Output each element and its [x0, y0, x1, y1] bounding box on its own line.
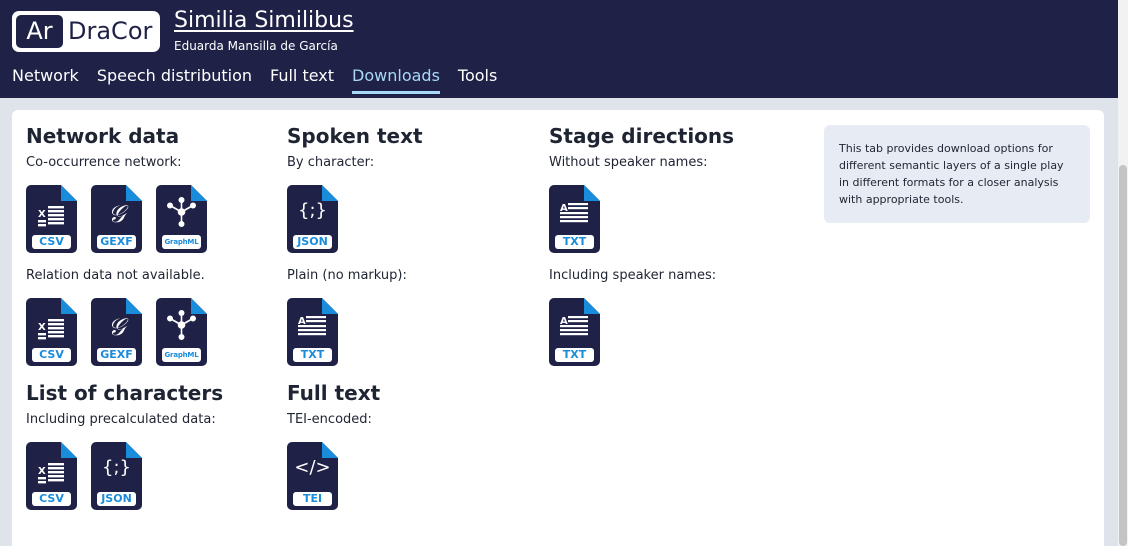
tab-network[interactable]: Network	[12, 66, 79, 94]
tab-tools[interactable]: Tools	[458, 66, 497, 94]
without-speakers-label: Without speaker names:	[549, 155, 708, 170]
json-braces-icon: {;}	[298, 200, 327, 221]
scrollbar-thumb[interactable]	[1119, 165, 1127, 546]
format-badge: CSV	[32, 235, 71, 249]
plain-label: Plain (no markup):	[287, 268, 407, 283]
stage-directions-section: Stage directions Without speaker names: …	[549, 124, 734, 366]
logo-ar: Ar	[16, 15, 63, 48]
svg-text:X: X	[38, 322, 46, 333]
network-data-section: Network data Co-occurrence network: X CS…	[26, 124, 207, 366]
cooccurrence-downloads: X CSV 𝒢 GEXF GraphML	[26, 185, 207, 253]
download-stage-txt-button[interactable]: A TXT	[549, 185, 600, 253]
format-badge: TXT	[555, 348, 594, 362]
download-spoken-txt-button[interactable]: A TXT	[287, 298, 338, 366]
format-badge: GEXF	[97, 348, 136, 362]
downloads-info-box: This tab provides download options for d…	[824, 125, 1090, 223]
logo-dracor: DraCor	[68, 17, 153, 45]
tei-label: TEI-encoded:	[287, 412, 372, 427]
play-title[interactable]: Similia Similibus	[174, 8, 354, 33]
section-title: Stage directions	[549, 124, 735, 148]
without-speakers-downloads: A TXT	[549, 185, 734, 253]
format-badge: JSON	[293, 235, 332, 249]
tab-full-text[interactable]: Full text	[270, 66, 334, 94]
download-stage-speakers-txt-button[interactable]: A TXT	[549, 298, 600, 366]
download-tei-button[interactable]: </> TEI	[287, 442, 338, 510]
characters-section: List of characters Including precalculat…	[26, 381, 223, 510]
download-csv-button[interactable]: X CSV	[26, 185, 77, 253]
download-spoken-json-button[interactable]: {;} JSON	[287, 185, 338, 253]
format-badge: JSON	[97, 492, 136, 506]
code-icon: </>	[294, 457, 331, 478]
format-badge: CSV	[32, 492, 71, 506]
svg-text:X: X	[38, 209, 46, 220]
by-character-label: By character:	[287, 155, 375, 170]
relation-label: Relation data not available.	[26, 268, 205, 283]
section-title: Spoken text	[287, 124, 423, 148]
play-author: Eduarda Mansilla de García	[174, 39, 338, 53]
format-badge: CSV	[32, 348, 71, 362]
with-speakers-downloads: A TXT	[549, 298, 734, 366]
full-text-section: Full text TEI-encoded: </> TEI	[287, 381, 380, 510]
play-tabs: Network Speech distribution Full text Do…	[12, 66, 497, 94]
section-title: Network data	[26, 124, 180, 148]
json-braces-icon: {;}	[102, 457, 131, 478]
format-badge: TEI	[293, 492, 332, 506]
dracor-logo[interactable]: Ar DraCor	[12, 11, 160, 52]
download-gexf-button[interactable]: 𝒢 GEXF	[91, 185, 142, 253]
format-badge: GraphML	[162, 348, 201, 362]
tab-speech-distribution[interactable]: Speech distribution	[97, 66, 252, 94]
download-relation-gexf-button[interactable]: 𝒢 GEXF	[91, 298, 142, 366]
download-characters-csv-button[interactable]: X CSV	[26, 442, 77, 510]
app-header: Ar DraCor Similia Similibus Eduarda Mans…	[0, 0, 1118, 98]
download-relation-graphml-button[interactable]: GraphML	[156, 298, 207, 366]
page-scrollbar[interactable]	[1118, 0, 1128, 546]
tab-downloads[interactable]: Downloads	[352, 66, 440, 94]
download-characters-json-button[interactable]: {;} JSON	[91, 442, 142, 510]
with-speakers-label: Including speaker names:	[549, 268, 717, 283]
svg-text:X: X	[38, 466, 46, 477]
download-graphml-button[interactable]: GraphML	[156, 185, 207, 253]
format-badge: GEXF	[97, 235, 136, 249]
download-relation-csv-button[interactable]: X CSV	[26, 298, 77, 366]
format-badge: TXT	[555, 235, 594, 249]
plain-downloads: A TXT	[287, 298, 423, 366]
section-title: Full text	[287, 381, 381, 405]
by-character-downloads: {;} JSON	[287, 185, 423, 253]
spoken-text-section: Spoken text By character: {;} JSON Plain…	[287, 124, 423, 366]
format-badge: TXT	[293, 348, 332, 362]
cooccurrence-label: Co-occurrence network:	[26, 155, 182, 170]
characters-downloads: X CSV {;} JSON	[26, 442, 223, 510]
section-title: List of characters	[26, 381, 224, 405]
tei-downloads: </> TEI	[287, 442, 380, 510]
relation-downloads: X CSV 𝒢 GEXF GraphML	[26, 298, 207, 366]
format-badge: GraphML	[162, 235, 201, 249]
characters-label: Including precalculated data:	[26, 412, 216, 427]
